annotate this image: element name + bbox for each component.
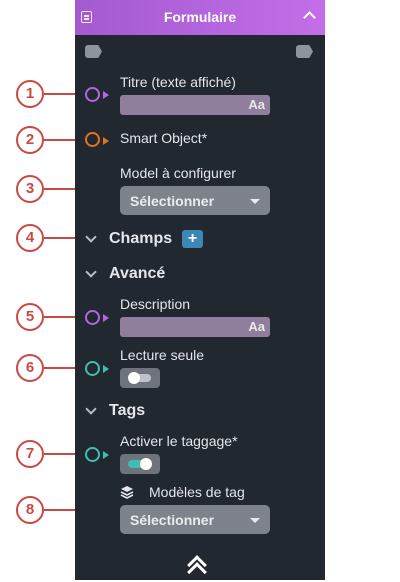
model-select-value: Sélectionner	[130, 193, 215, 209]
lecture-seule-port[interactable]	[85, 361, 100, 376]
avance-section-title[interactable]: Avancé	[109, 265, 165, 283]
activer-taggage-toggle[interactable]	[120, 454, 160, 474]
description-input[interactable]: Aa	[120, 317, 270, 337]
champs-add-button[interactable]: +	[182, 230, 203, 248]
smart-object-label: Smart Object*	[120, 130, 208, 146]
toggle-knob	[140, 458, 152, 470]
panel-header[interactable]: Formulaire	[75, 0, 325, 35]
titre-port[interactable]	[85, 87, 100, 102]
description-port[interactable]	[85, 310, 100, 325]
lecture-seule-port-arrow	[103, 365, 109, 373]
activer-taggage-label: Activer le taggage*	[120, 433, 238, 449]
activer-taggage-port-arrow	[103, 451, 109, 459]
model-select[interactable]: Sélectionner	[120, 186, 270, 215]
caret-down-icon	[250, 518, 260, 523]
callout-1: 1	[16, 80, 44, 108]
callout-4: 4	[16, 224, 44, 252]
modeles-tag-select-value: Sélectionner	[130, 512, 215, 528]
smart-object-port-arrow	[103, 137, 109, 145]
output-tag-icon	[296, 45, 313, 58]
titre-input[interactable]: Aa	[120, 95, 270, 115]
activer-taggage-port[interactable]	[85, 447, 100, 462]
modeles-tag-select[interactable]: Sélectionner	[120, 505, 270, 534]
description-port-arrow	[103, 314, 109, 322]
lecture-seule-label: Lecture seule	[120, 347, 205, 363]
layers-icon	[120, 486, 134, 499]
text-type-icon: Aa	[248, 97, 265, 112]
form-panel: Formulaire Titre (texte affiché) Aa Smar…	[75, 0, 325, 582]
callout-3: 3	[16, 175, 44, 203]
callout-5: 5	[16, 303, 44, 331]
tags-section-title[interactable]: Tags	[109, 402, 145, 420]
toggle-knob	[128, 372, 140, 384]
text-type-icon: Aa	[248, 319, 265, 334]
model-label: Model à configurer	[120, 165, 236, 181]
smart-object-port[interactable]	[85, 132, 100, 147]
modeles-tag-label: Modèles de tag	[149, 484, 245, 500]
callout-6: 6	[16, 354, 44, 382]
champs-section-title[interactable]: Champs	[109, 230, 172, 248]
tags-chevron-icon[interactable]	[85, 403, 97, 415]
callout-8: 8	[16, 496, 44, 524]
caret-down-icon	[250, 199, 260, 204]
titre-port-arrow	[103, 91, 109, 99]
input-tag-icon	[85, 45, 102, 58]
avance-chevron-icon[interactable]	[85, 266, 97, 278]
description-label: Description	[120, 296, 191, 312]
callout-7: 7	[16, 440, 44, 468]
panel-title: Formulaire	[163, 9, 237, 25]
lecture-seule-toggle[interactable]	[120, 368, 160, 388]
callout-2: 2	[16, 126, 44, 154]
champs-chevron-icon[interactable]	[85, 231, 97, 243]
titre-label: Titre (texte affiché)	[120, 74, 236, 90]
